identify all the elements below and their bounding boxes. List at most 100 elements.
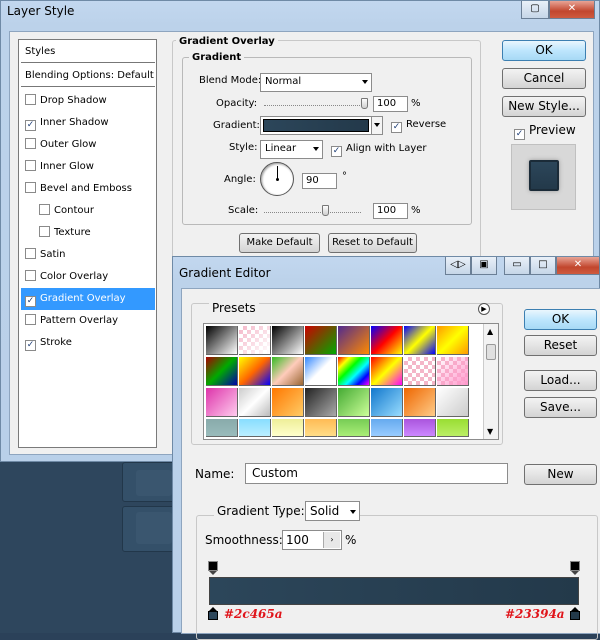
effect-checkbox[interactable] — [39, 204, 50, 215]
save-button[interactable]: Save... — [524, 397, 597, 418]
angle-dial[interactable] — [260, 162, 294, 196]
name-input[interactable]: Custom — [245, 463, 508, 484]
effect-checkbox[interactable]: ✓ — [25, 296, 36, 307]
maximize-icon[interactable]: □ — [530, 257, 556, 275]
restore-icon[interactable]: ▢ — [521, 1, 549, 19]
preset-swatch[interactable] — [206, 419, 238, 437]
smoothness-arrow-icon[interactable]: › — [323, 532, 340, 548]
scroll-thumb[interactable] — [486, 344, 496, 360]
smoothness-input[interactable]: 100 › — [282, 530, 342, 550]
preset-swatch[interactable] — [239, 357, 271, 386]
preset-swatch[interactable] — [338, 326, 370, 355]
effect-checkbox[interactable] — [25, 94, 36, 105]
styles-header[interactable]: Styles — [21, 41, 155, 63]
effect-item[interactable]: Bevel and Emboss — [21, 178, 155, 200]
preset-swatch[interactable] — [437, 388, 469, 417]
preset-swatch[interactable] — [338, 357, 370, 386]
load-button[interactable]: Load... — [524, 370, 597, 391]
color-stop-left[interactable] — [208, 607, 218, 621]
blending-options-item[interactable]: Blending Options: Default — [21, 65, 155, 87]
preset-swatch[interactable] — [437, 419, 469, 437]
effect-checkbox[interactable] — [25, 248, 36, 259]
effect-checkbox[interactable] — [25, 138, 36, 149]
opacity-stop-left[interactable] — [208, 561, 218, 575]
preset-swatch[interactable] — [272, 388, 304, 417]
preset-swatch[interactable] — [338, 419, 370, 437]
make-default-button[interactable]: Make Default — [239, 233, 320, 253]
scale-input[interactable]: 100 — [373, 203, 408, 219]
scroll-up-icon[interactable]: ▲ — [487, 327, 493, 336]
preset-swatch[interactable] — [272, 419, 304, 437]
gradient-picker[interactable] — [260, 116, 383, 135]
effect-item[interactable]: Outer Glow — [21, 134, 155, 156]
preset-swatch[interactable] — [305, 388, 337, 417]
effect-checkbox[interactable]: ✓ — [25, 340, 36, 351]
opacity-slider-track[interactable] — [264, 105, 368, 106]
reset-to-default-button[interactable]: Reset to Default — [328, 233, 417, 253]
effect-checkbox[interactable] — [39, 226, 50, 237]
preset-swatch[interactable] — [239, 388, 271, 417]
opacity-stop-right[interactable] — [570, 561, 580, 575]
ok-button[interactable]: OK — [524, 309, 597, 330]
preset-swatch[interactable] — [371, 326, 403, 355]
effect-item[interactable]: ✓ Inner Shadow — [21, 112, 155, 134]
reverse-checkbox[interactable]: ✓ Reverse — [391, 119, 446, 133]
presets-menu-icon[interactable]: ▶ — [478, 303, 490, 315]
preset-swatch[interactable] — [239, 326, 271, 355]
preset-swatch[interactable] — [305, 357, 337, 386]
presets-scrollbar[interactable]: ▲ ▼ — [483, 324, 498, 439]
new-style-button[interactable]: New Style... — [502, 96, 586, 117]
preset-swatch[interactable] — [404, 357, 436, 386]
effect-checkbox[interactable] — [25, 314, 36, 325]
preset-swatch[interactable] — [437, 326, 469, 355]
preset-swatch[interactable] — [371, 388, 403, 417]
effect-checkbox[interactable]: ✓ — [25, 120, 36, 131]
preset-swatch[interactable] — [239, 419, 271, 437]
effect-item[interactable]: Drop Shadow — [21, 90, 155, 112]
scale-slider-thumb[interactable] — [322, 205, 330, 216]
angle-input[interactable]: 90 — [302, 173, 337, 189]
opacity-slider-thumb[interactable] — [361, 98, 368, 109]
preset-swatch[interactable] — [404, 419, 436, 437]
preset-swatch[interactable] — [206, 326, 238, 355]
preset-swatch[interactable] — [206, 357, 238, 386]
close-icon[interactable]: ✕ — [556, 257, 600, 275]
scale-slider-track[interactable] — [264, 212, 361, 213]
opacity-input[interactable]: 100 — [373, 96, 408, 112]
gradient-bar[interactable] — [209, 577, 579, 605]
scroll-down-icon[interactable]: ▼ — [487, 427, 493, 436]
align-with-layer-checkbox[interactable]: ✓ Align with Layer — [331, 143, 427, 157]
effect-checkbox[interactable] — [25, 270, 36, 281]
preset-swatch[interactable] — [272, 326, 304, 355]
ok-button[interactable]: OK — [502, 40, 586, 61]
effect-item[interactable]: Satin — [21, 244, 155, 266]
effect-item[interactable]: Pattern Overlay — [21, 310, 155, 332]
restore-icon[interactable]: ▣ — [471, 257, 497, 275]
effect-item[interactable]: ✓ Gradient Overlay — [21, 288, 155, 310]
effect-item[interactable]: Texture — [21, 222, 155, 244]
color-stop-right[interactable] — [570, 607, 580, 621]
effect-item[interactable]: Inner Glow — [21, 156, 155, 178]
preset-swatch[interactable] — [404, 388, 436, 417]
effect-checkbox[interactable] — [25, 160, 36, 171]
preset-swatch[interactable] — [371, 357, 403, 386]
reset-button[interactable]: Reset — [524, 335, 597, 356]
preset-swatch[interactable] — [404, 326, 436, 355]
preset-swatch[interactable] — [272, 357, 304, 386]
new-button[interactable]: New — [524, 464, 597, 485]
preset-swatch[interactable] — [437, 357, 469, 386]
window-menu-icon[interactable]: ◁▷ — [445, 257, 471, 275]
effect-item[interactable]: Color Overlay — [21, 266, 155, 288]
blend-mode-select[interactable]: Normal — [260, 73, 372, 92]
preset-swatch[interactable] — [206, 388, 238, 417]
cancel-button[interactable]: Cancel — [502, 68, 586, 89]
style-select[interactable]: Linear — [260, 140, 323, 159]
effect-item[interactable]: ✓ Stroke — [21, 332, 155, 354]
effect-item[interactable]: Contour — [21, 200, 155, 222]
gradient-dropdown-button[interactable] — [371, 117, 382, 134]
preset-swatch[interactable] — [371, 419, 403, 437]
effect-checkbox[interactable] — [25, 182, 36, 193]
preset-swatch[interactable] — [305, 419, 337, 437]
close-icon[interactable]: ✕ — [549, 1, 595, 19]
preset-swatch[interactable] — [305, 326, 337, 355]
